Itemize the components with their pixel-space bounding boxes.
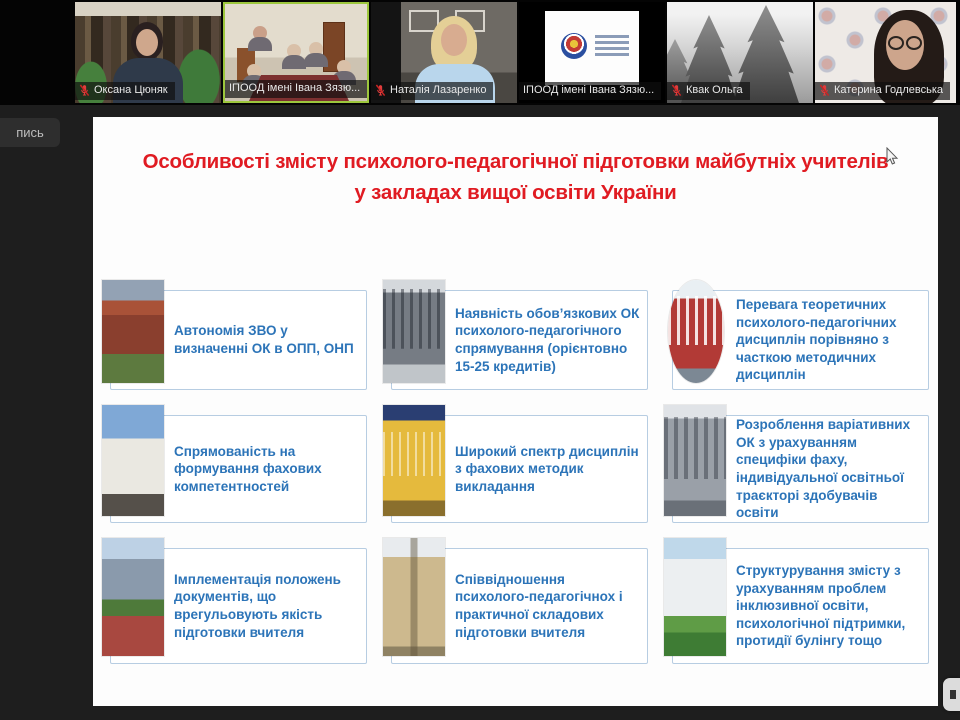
slide-card: Широкий спектр дисциплін з фахових метод… [381,405,650,523]
slide-card: Автономія ЗВО у визначенні ОК в ОПП, ОНП [100,280,369,390]
beige-corner-building-photo [383,538,445,656]
card-text: Наявність обов’язкових ОК психолого-педа… [455,290,642,390]
video-tile-ipood-room[interactable]: ІПООД імені Івана Зязю... [223,2,369,103]
institute-logo-card [545,11,639,85]
card-text: Широкий спектр дисциплін з фахових метод… [455,415,642,523]
red-white-building-photo [668,280,724,383]
white-building-photo [102,405,164,516]
participant-name-tag: ІПООД імені Івана Зязю... [225,80,367,98]
participant-name-tag: Квак Ольга [667,82,750,100]
slide-card: Імплементація положень документів, що вр… [100,538,369,664]
shared-screen-slide: Особливості змісту психолого-педагогічно… [93,117,938,706]
video-tile-ipood-logo[interactable]: ІПООД імені Івана Зязю... [519,2,665,103]
participant-name: Квак Ольга [686,83,743,98]
yellow-baroque-building-photo [383,405,445,516]
card-text: Розроблення варіативних ОК з урахуванням… [736,415,923,523]
slide-card: Наявність обов’язкових ОК психолого-педа… [381,280,650,390]
participant-name-tag: Наталія Лазаренко [371,82,493,100]
campus-building-photo [102,538,164,656]
slide-card: Співвідношення психолого-педагогічнох і … [381,538,650,664]
participant-name: Наталія Лазаренко [390,83,486,98]
card-text: Перевага теоретичних психолого-педагогіч… [736,290,923,390]
gray-columned-building-photo [664,405,726,516]
red-brick-university-photo [102,280,164,383]
muted-mic-icon [79,84,90,97]
slide-title: Особливості змісту психолого-педагогічно… [93,147,938,209]
video-tile-natalia[interactable]: Наталія Лазаренко [371,2,517,103]
card-text: Співвідношення психолого-педагогічнох і … [455,548,642,664]
muted-mic-icon [819,84,830,97]
slide-card: Структурування змісту з урахуванням проб… [662,538,931,664]
collapsed-panel-handle[interactable] [943,678,960,711]
video-thumbnail-strip: Оксана Цюняк ІПООД імені Івана Зязю... [0,0,960,105]
slide-card: Розроблення варіативних ОК з урахуванням… [662,405,931,523]
muted-mic-icon [375,84,386,97]
slide-card-grid: Автономія ЗВО у визначенні ОК в ОПП, ОНП… [100,280,931,664]
card-text: Імплементація положень документів, що вр… [174,548,361,664]
mouse-cursor [886,147,899,166]
card-text: Автономія ЗВО у визначенні ОК в ОПП, ОНП [174,290,361,390]
slide-title-line2: у закладах вищої освіти України [93,178,938,209]
muted-mic-icon [671,84,682,97]
participant-name: Оксана Цюняк [94,83,168,98]
participant-name: ІПООД імені Івана Зязю... [523,83,654,98]
participant-name: Катерина Годлевська [834,83,943,98]
card-text: Структурування змісту з урахуванням проб… [736,548,923,664]
slide-card: Перевага теоретичних психолого-педагогіч… [662,280,931,390]
participant-name-tag: Катерина Годлевська [815,82,950,100]
gray-historic-building-photo [383,280,445,383]
modern-white-building-photo [664,538,726,656]
institute-emblem-icon [561,33,587,59]
slide-title-line1: Особливості змісту психолого-педагогічно… [93,147,938,178]
participant-name-tag: Оксана Цюняк [75,82,175,100]
slide-card: Спрямованість на формування фахових комп… [100,405,369,523]
participant-name: ІПООД імені Івана Зязю... [229,81,360,96]
participant-name-tag: ІПООД імені Івана Зязю... [519,82,661,100]
video-tile-kvak[interactable]: Квак Ольга [667,2,813,103]
recording-tooltip: пись [0,118,60,147]
video-tile-kateryna[interactable]: Катерина Годлевська [815,2,956,103]
video-tile-oksana[interactable]: Оксана Цюняк [75,2,221,103]
glasses [888,36,922,48]
card-text: Спрямованість на формування фахових комп… [174,415,361,523]
